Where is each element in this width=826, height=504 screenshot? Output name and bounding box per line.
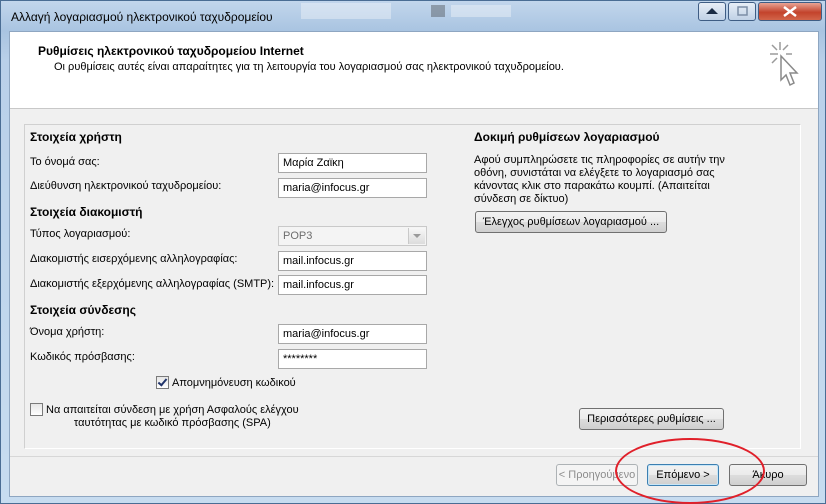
email-label: Διεύθυνση ηλεκτρονικού ταχυδρομείου:	[30, 180, 222, 192]
test-description: Αφού συμπληρώσετε τις πληροφορίες σε αυτ…	[474, 154, 725, 206]
outgoing-server-label: Διακομιστής εξερχόμενης αλληλογραφίας (S…	[30, 278, 275, 290]
email-input[interactable]: maria@infocus.gr	[278, 178, 427, 198]
test-settings-heading: Δοκιμή ρυθμίσεων λογαριασμού	[474, 130, 660, 144]
close-icon	[783, 6, 797, 17]
window-title: Αλλαγή λογαριασμού ηλεκτρονικού ταχυδρομ…	[11, 10, 273, 24]
cursor-sparkle-icon	[770, 42, 799, 87]
remember-password-checkbox[interactable]	[156, 376, 169, 389]
background-window-ghost	[301, 3, 511, 19]
minimize-icon	[706, 8, 718, 14]
remember-password-label[interactable]: Απομνημόνευση κωδικού	[172, 377, 296, 389]
title-bar[interactable]: Αλλαγή λογαριασμού ηλεκτρονικού ταχυδρομ…	[1, 1, 826, 31]
test-description-line: σύνδεση σε δίκτυο)	[474, 193, 569, 205]
account-type-label: Τύπος λογαριασμού:	[30, 228, 131, 240]
close-button[interactable]	[758, 2, 822, 21]
test-description-line: Αφού συμπληρώσετε τις πληροφορίες σε αυτ…	[474, 154, 725, 166]
dialog-client-area: Ρυθμίσεις ηλεκτρονικού ταχυδρομείου Inte…	[9, 31, 819, 497]
test-description-line: κάνοντας κλικ στο παρακάτω κουμπί. (Απαι…	[474, 180, 710, 192]
account-type-value: POP3	[283, 230, 313, 242]
password-label: Κωδικός πρόσβασης:	[30, 351, 135, 363]
test-account-settings-button[interactable]: Έλεγχος ρυθμίσεων λογαριασμού ...	[475, 211, 667, 233]
dropdown-arrow-icon	[408, 228, 425, 244]
maximize-button[interactable]	[728, 2, 756, 21]
login-info-heading: Στοιχεία σύνδεσης	[30, 303, 136, 317]
minimize-button[interactable]	[698, 2, 726, 21]
more-settings-button[interactable]: Περισσότερες ρυθμίσεις ...	[579, 408, 724, 430]
spa-label[interactable]: Να απαιτείται σύνδεση με χρήση Ασφαλούς …	[46, 404, 299, 430]
outgoing-server-input[interactable]: mail.infocus.gr	[278, 275, 427, 295]
name-label: Το όνομά σας:	[30, 156, 100, 168]
header-subtitle: Οι ρυθμίσεις αυτές είναι απαραίτητες για…	[54, 61, 564, 73]
restore-icon	[737, 6, 748, 16]
dialog-header: Ρυθμίσεις ηλεκτρονικού ταχυδρομείου Inte…	[10, 32, 818, 109]
server-info-heading: Στοιχεία διακομιστή	[30, 205, 143, 219]
spa-label-line1: Να απαιτείται σύνδεση με χρήση Ασφαλούς …	[46, 404, 299, 416]
header-title: Ρυθμίσεις ηλεκτρονικού ταχυδρομείου Inte…	[38, 44, 304, 58]
account-type-select[interactable]: POP3	[278, 226, 427, 246]
username-input[interactable]: maria@infocus.gr	[278, 324, 427, 344]
password-input[interactable]: ********	[278, 349, 427, 369]
incoming-server-input[interactable]: mail.infocus.gr	[278, 251, 427, 271]
test-description-line: οθόνη, συνιστάται να ελέγξετε το λογαρια…	[474, 167, 715, 179]
name-input[interactable]: Μαρία Ζαϊκη	[278, 153, 427, 173]
username-label: Όνομα χρήστη:	[30, 326, 105, 338]
dialog-window: Αλλαγή λογαριασμού ηλεκτρονικού ταχυδρομ…	[0, 0, 826, 504]
user-info-heading: Στοιχεία χρήστη	[30, 130, 122, 144]
spa-label-line2: ταυτότητας με κωδικό πρόσβασης (SPA)	[73, 417, 271, 429]
highlight-annotation-ring	[615, 438, 765, 504]
spa-checkbox[interactable]	[30, 403, 43, 416]
incoming-server-label: Διακομιστής εισερχόμενης αλληλογραφίας:	[30, 253, 238, 265]
